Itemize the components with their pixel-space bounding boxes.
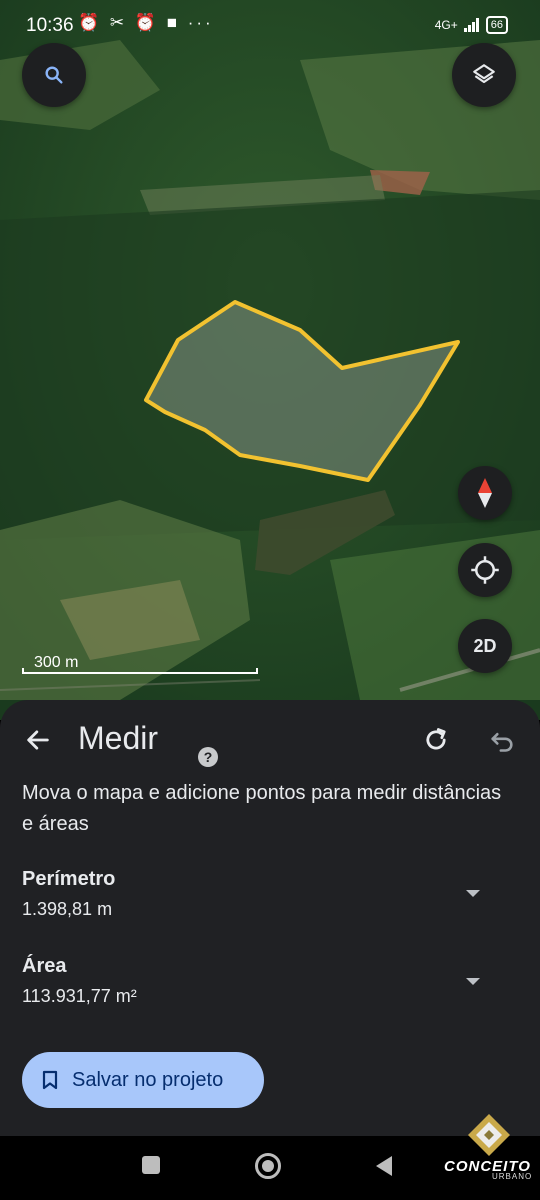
scale-line: [22, 668, 258, 674]
perimeter-expand-icon[interactable]: [466, 890, 480, 897]
status-bar: 10:36 ⏰ ✂ ⏰ ■ ··· 4G+ 66: [0, 0, 540, 52]
area-label: Área: [22, 955, 67, 977]
battery-icon: 66: [485, 16, 508, 34]
watermark-sub: URBANO: [492, 1172, 533, 1181]
search-button[interactable]: [22, 43, 86, 107]
view-mode-label: 2D: [473, 635, 497, 656]
watermark-logo: CONCEITO URBANO: [440, 1110, 532, 1190]
my-location-button[interactable]: [458, 543, 512, 597]
layers-icon: [473, 64, 495, 84]
recents-button[interactable]: [142, 1156, 160, 1174]
save-to-project-button[interactable]: Salvar no projeto: [22, 1052, 264, 1108]
satellite-map[interactable]: [0, 0, 540, 720]
crosshair-icon: [471, 556, 499, 584]
measure-sheet: Medir ? Mova o mapa e adicione pontos pa…: [0, 700, 540, 1136]
sheet-header: Medir ?: [0, 718, 540, 767]
signal-icon: [463, 18, 479, 32]
map-imagery: [0, 0, 540, 720]
view-mode-2d-button[interactable]: 2D: [458, 619, 512, 673]
area-expand-icon[interactable]: [466, 978, 480, 985]
notification-icons: ⏰ ✂ ⏰ ■ ···: [78, 13, 214, 32]
area-value: 113.931,77 m²: [22, 986, 137, 1006]
redo-icon[interactable]: [422, 726, 450, 754]
network-indicator: 4G+: [434, 18, 458, 32]
undo-icon[interactable]: [488, 726, 516, 754]
status-right: 4G+ 66: [435, 16, 508, 34]
perimeter-value: 1.398,81 m: [22, 899, 113, 919]
status-time: 10:36: [26, 15, 74, 36]
home-dot: [262, 1160, 274, 1172]
home-button[interactable]: [255, 1153, 281, 1179]
save-button-label: Salvar no projeto: [72, 1068, 224, 1091]
instructions-text: Mova o mapa e adicione pontos para medir…: [22, 782, 502, 835]
bookmark-icon: [42, 1070, 58, 1090]
compass-button[interactable]: [458, 466, 512, 520]
back-arrow-icon[interactable]: [24, 726, 52, 754]
scale-bar: 300 m: [22, 654, 258, 674]
perimeter-label: Perímetro: [22, 868, 116, 890]
back-button[interactable]: [374, 1155, 394, 1177]
logo-mark: [468, 1114, 510, 1156]
sheet-title: Medir: [78, 720, 159, 756]
search-icon: [45, 66, 63, 84]
layers-button[interactable]: [452, 43, 516, 107]
compass-icon: [478, 478, 492, 508]
help-icon[interactable]: ?: [198, 747, 218, 767]
